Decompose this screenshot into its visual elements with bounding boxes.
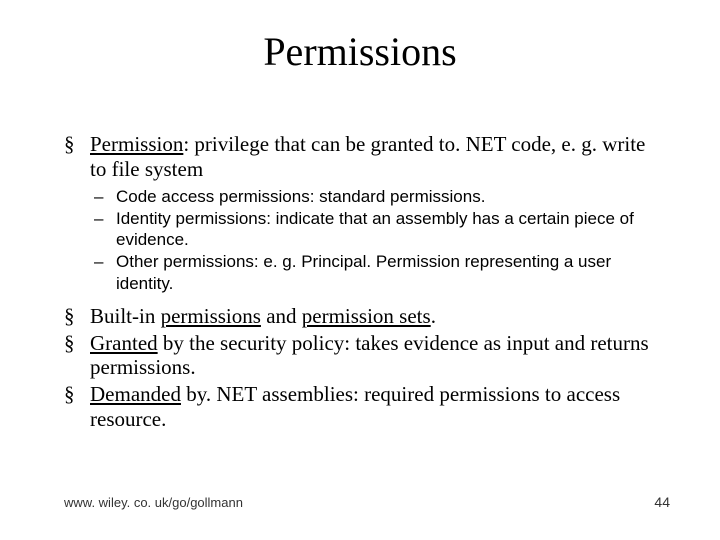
bullet-2: Built-in permissions and permission sets… xyxy=(64,304,664,329)
bullet-2-a: Built-in xyxy=(90,304,161,328)
sub-bullet-2: Identity permissions: indicate that an a… xyxy=(64,208,664,251)
bullet-3-b: by the security policy: takes evidence a… xyxy=(90,331,649,380)
sub-bullet-3-a: Other permissions: e. g. xyxy=(116,252,301,271)
slide-title: Permissions xyxy=(0,28,720,75)
slide: Permissions Permission: privilege that c… xyxy=(0,0,720,540)
footer-url: www. wiley. co. uk/go/gollmann xyxy=(64,495,243,510)
sub-bullets: Code access permissions: standard permis… xyxy=(64,186,664,294)
bullet-1-keyword: Permission xyxy=(90,132,183,156)
bullet-4-a: Demanded xyxy=(90,382,181,406)
page-number: 44 xyxy=(654,494,670,510)
bullet-2-d: permission sets xyxy=(302,304,431,328)
sub-bullet-3: Other permissions: e. g. Principal. Perm… xyxy=(64,251,664,294)
sub-bullet-1: Code access permissions: standard permis… xyxy=(64,186,664,207)
bullet-2-b: permissions xyxy=(161,304,261,328)
bullet-2-c: and xyxy=(261,304,302,328)
bullet-3-a: Granted xyxy=(90,331,158,355)
bullet-4: Demanded by. NET assemblies: required pe… xyxy=(64,382,664,432)
slide-body: Permission: privilege that can be grante… xyxy=(64,132,664,434)
sub-bullet-3-b: Principal. Permission xyxy=(301,252,460,271)
bullet-1: Permission: privilege that can be grante… xyxy=(64,132,664,182)
bullet-2-e: . xyxy=(431,304,436,328)
bullet-3: Granted by the security policy: takes ev… xyxy=(64,331,664,381)
